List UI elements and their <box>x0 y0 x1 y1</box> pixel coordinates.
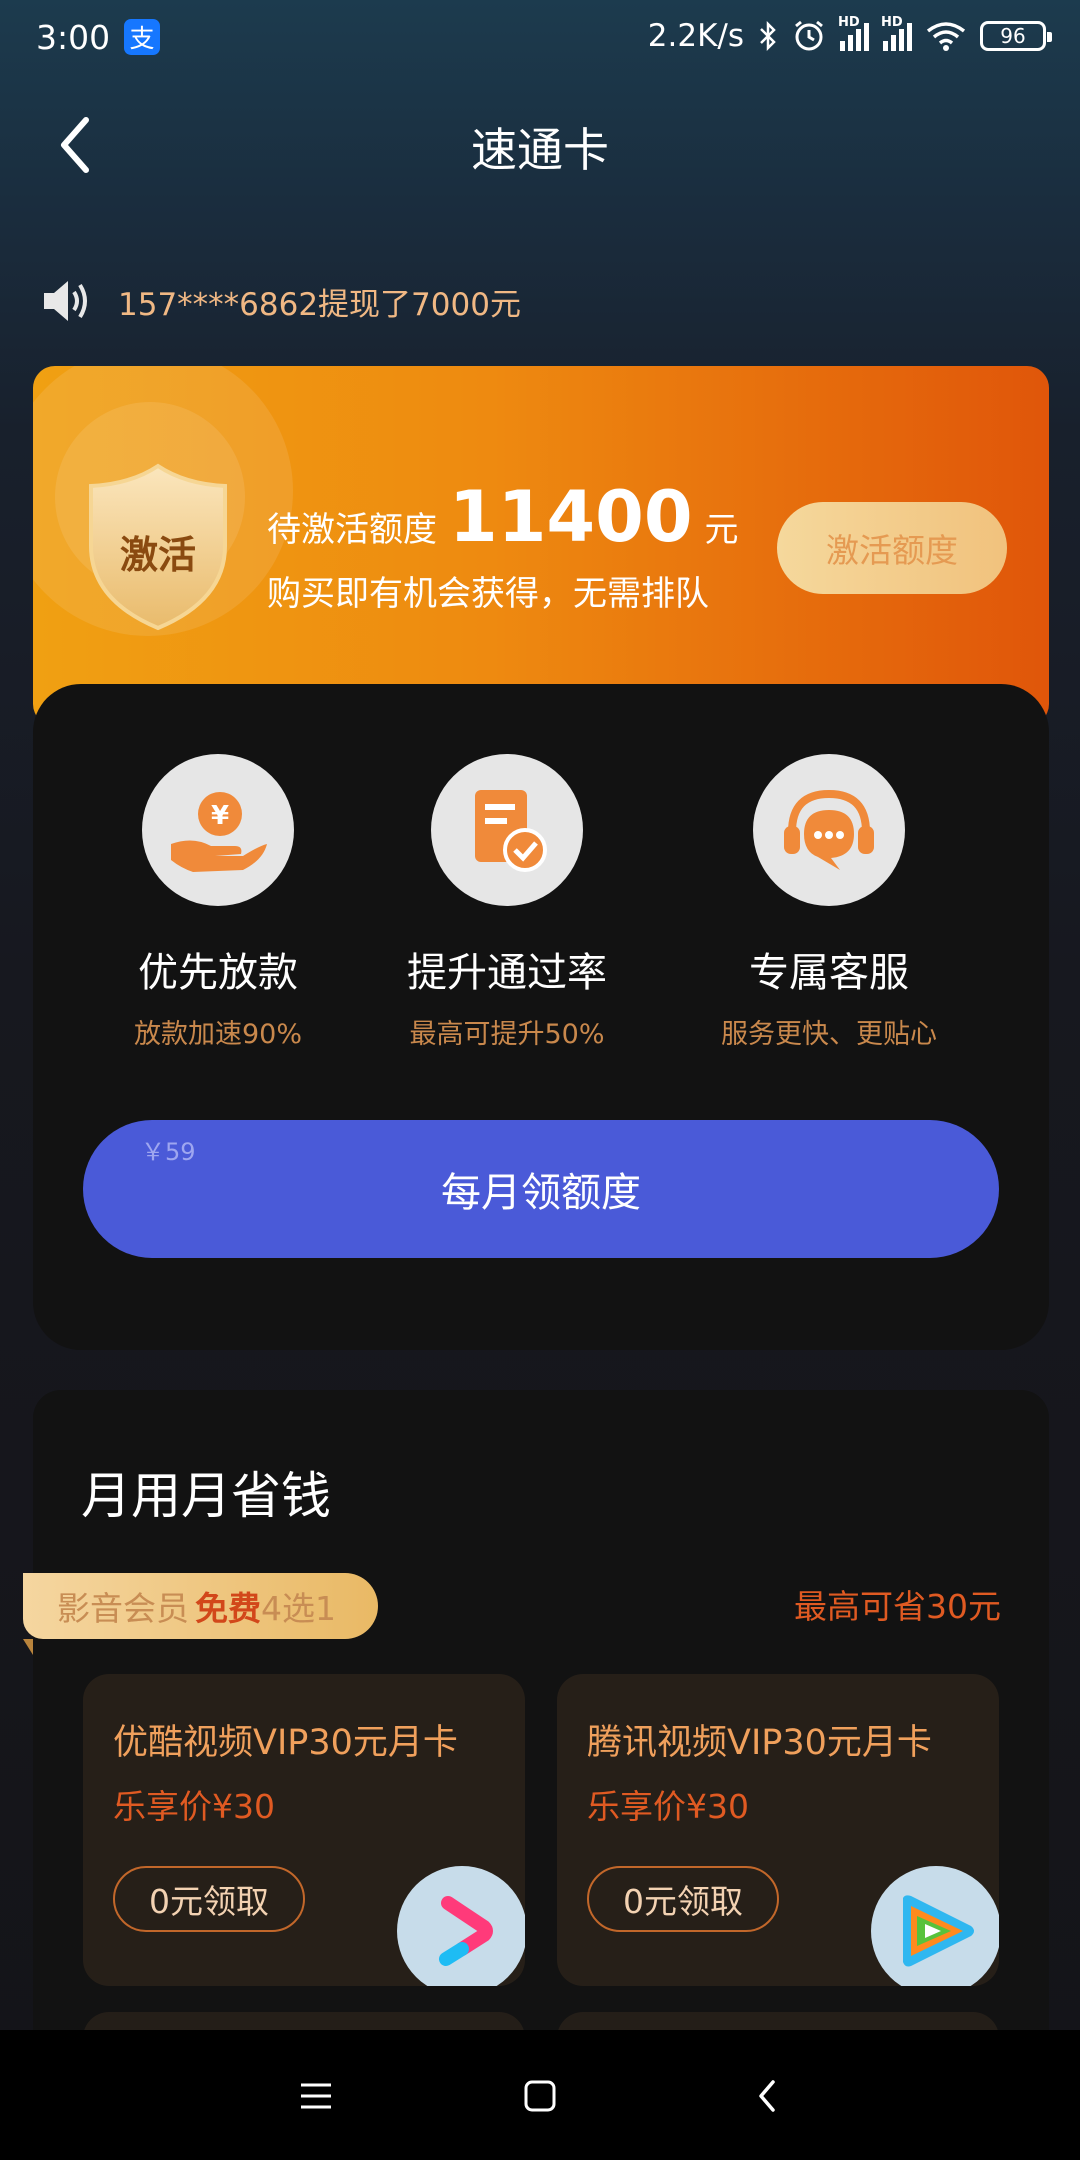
system-nav-bar <box>0 2030 1080 2160</box>
back-icon[interactable] <box>738 2070 798 2122</box>
alarm-icon <box>795 20 823 51</box>
quota-subtitle: 购买即有机会获得，无需排队 <box>267 574 709 614</box>
youku-logo-icon <box>397 1866 525 1986</box>
status-bar: 3:00 支 2.2K/s HD HD 96 <box>0 0 1080 76</box>
signal-icon: HD <box>881 15 912 51</box>
feature-icon-circle: ¥ <box>142 754 294 906</box>
badge-prefix: 影音会员 <box>57 1589 189 1628</box>
speaker-icon <box>44 281 87 321</box>
menu-icon[interactable] <box>286 2070 346 2122</box>
vip-card-youku[interactable]: 优酷视频VIP30元月卡 乐享价¥30 0元领取 <box>83 1674 525 1986</box>
alipay-icon: 支 <box>124 19 160 55</box>
headset-chat-icon <box>784 789 874 870</box>
feature-subtitle: 服务更快、更贴心 <box>721 1019 937 1050</box>
wifi-icon <box>926 22 966 51</box>
vip-card-price: 乐享价¥30 <box>587 1787 749 1826</box>
feature-customer-service: 专属客服 服务更快、更贴心 <box>689 754 969 1051</box>
activation-card: 激活 待激活额度 11400 元 购买即有机会获得，无需排队 激活额度 <box>33 366 1049 726</box>
savings-card: 月用月省钱 影音会员 免费 4选1 最高可省30元 优酷视频VIP30元月卡 乐… <box>23 1390 1049 2110</box>
shield-label: 激活 <box>119 533 196 577</box>
status-icons: 2.2K/s HD HD 96 <box>647 15 1052 54</box>
vip-card-name: 优酷视频VIP30元月卡 <box>113 1723 458 1763</box>
price-tag: ￥59 <box>141 1138 196 1166</box>
signal-icon: HD <box>838 15 869 51</box>
section-title: 月用月省钱 <box>81 1467 331 1525</box>
feature-approval-rate: 提升通过率 最高可提升50% <box>367 754 647 1051</box>
vip-card-tencent[interactable]: 腾讯视频VIP30元月卡 乐享价¥30 0元领取 <box>557 1674 999 1986</box>
member-badge: 影音会员 免费 4选1 <box>23 1573 378 1655</box>
home-square-icon[interactable] <box>510 2070 570 2122</box>
benefits-card: ¥ 优先放款 放款加速90% 提升通过率 最高可提升50% 专属客服 服务更快、… <box>33 684 1049 1350</box>
quota-line: 待激活额度 11400 元 <box>267 476 739 558</box>
status-time: 3:00 <box>36 18 111 57</box>
claim-button[interactable]: 0元领取 <box>587 1866 779 1932</box>
feature-title: 专属客服 <box>749 950 909 996</box>
feature-title: 优先放款 <box>138 950 298 996</box>
net-speed: 2.2K/s <box>647 18 744 54</box>
page-title: 速通卡 <box>471 123 609 177</box>
feature-title: 提升通过率 <box>407 950 607 996</box>
max-savings-text: 最高可省30元 <box>794 1587 1001 1626</box>
vip-card-price: 乐享价¥30 <box>113 1787 275 1826</box>
feature-icon-circle <box>431 754 583 906</box>
hand-coin-icon: ¥ <box>171 792 267 872</box>
feature-icon-circle <box>753 754 905 906</box>
badge-free: 免费 <box>195 1589 261 1628</box>
feature-subtitle: 放款加速90% <box>133 1019 302 1050</box>
claim-button[interactable]: 0元领取 <box>113 1866 305 1932</box>
battery-icon: 96 <box>980 21 1052 51</box>
bluetooth-icon <box>760 20 776 52</box>
quota-unit: 元 <box>704 510 739 550</box>
activate-quota-button[interactable]: 激活额度 <box>777 502 1007 594</box>
document-check-icon <box>475 790 547 872</box>
monthly-quota-button[interactable]: 每月领额度 <box>83 1120 999 1258</box>
vip-card-name: 腾讯视频VIP30元月卡 <box>587 1723 932 1763</box>
feature-priority-loan: ¥ 优先放款 放款加速90% <box>78 754 358 1051</box>
quota-label: 待激活额度 <box>267 510 437 550</box>
badge-suffix: 4选1 <box>261 1589 336 1628</box>
feature-subtitle: 最高可提升50% <box>409 1019 605 1050</box>
notice-text: 157****6862提现了7000元 <box>118 286 521 323</box>
quota-amount: 11400 <box>449 476 693 558</box>
notice-bar: 157****6862提现了7000元 <box>40 276 521 326</box>
svg-text:¥: ¥ <box>211 801 229 831</box>
tencent-video-logo-icon <box>871 1866 999 1986</box>
